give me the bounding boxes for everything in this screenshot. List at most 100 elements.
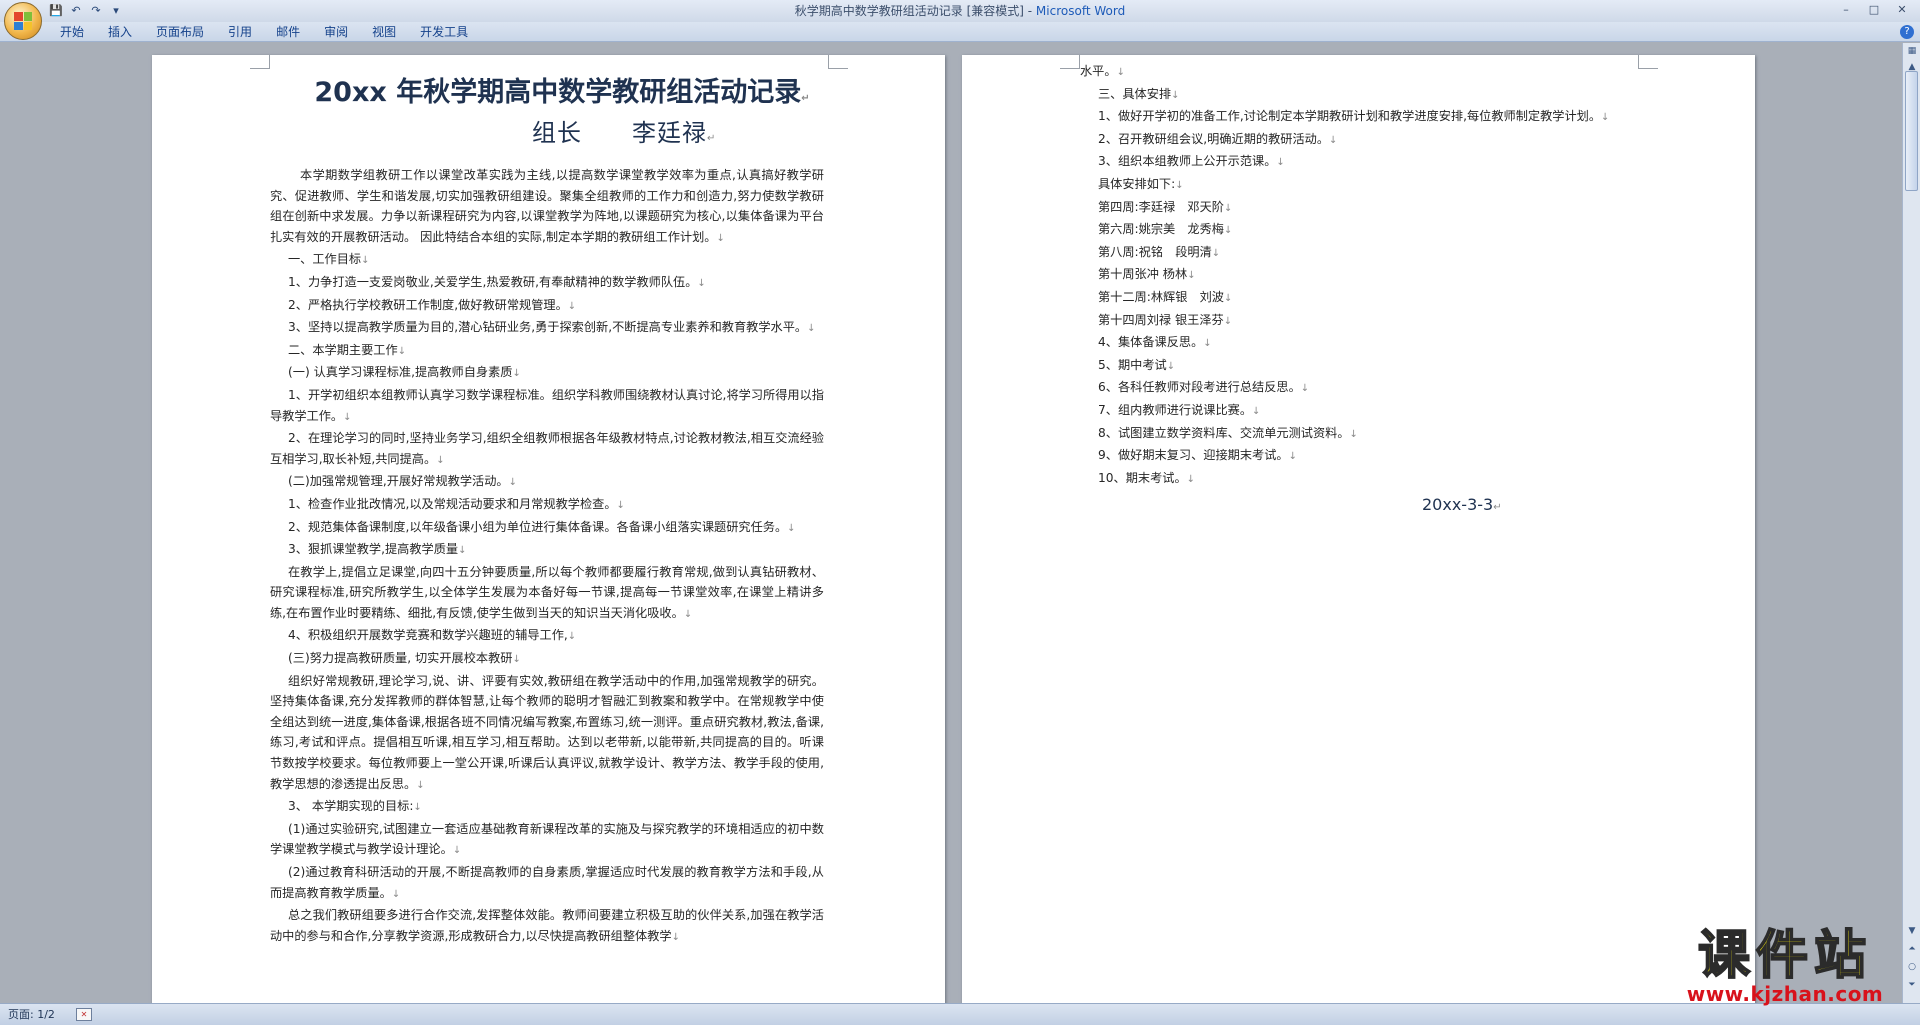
paragraph-text: 2、召开教研组会议,明确近期的教研活动。	[1098, 131, 1330, 146]
paragraph-text: 第六周:姚宗美 龙秀梅	[1098, 222, 1224, 237]
paragraph: 一、工作目标↓	[288, 252, 370, 267]
paragraph-text: 4、集体备课反思。	[1098, 335, 1204, 350]
paragraph-text: 5、期中考试	[1098, 357, 1167, 372]
ribbon-tab[interactable]: 引用	[216, 22, 264, 42]
previous-page-icon[interactable]: ⏶	[1903, 941, 1920, 959]
paragraph-text: 二、本学期主要工作	[288, 342, 398, 357]
ribbon-tab[interactable]: 邮件	[264, 22, 312, 42]
paragraph-text: 6、各科任教师对段考进行总结反思。	[1098, 380, 1301, 395]
paragraph-text: 第八周:祝铭 段明清	[1098, 244, 1212, 259]
ribbon-tabs: 开始 插入 页面布局 引用 邮件 审阅 视图 开发工具	[48, 22, 480, 42]
paragraph: 9、做好期末复习、迎接期末考试。↓	[1098, 448, 1297, 463]
office-logo-icon	[14, 12, 32, 30]
paragraph-text: 三、具体安排	[1098, 86, 1172, 101]
scroll-down-icon[interactable]: ▼	[1903, 923, 1920, 941]
paragraph: 水平。↓	[1080, 64, 1125, 78]
paragraph: 总之我们教研组要多进行合作交流,发挥整体效能。教师间要建立积极互助的伙伴关系,加…	[270, 908, 824, 943]
paragraph: 本学期数学组教研工作以课堂改革实践为主线,以提高数学课堂教学效率为重点,认真搞好…	[270, 168, 824, 244]
paragraph-text: 在教学上,提倡立足课堂,向四十五分钟要质量,所以每个教师都要履行教育常规,做到认…	[270, 564, 824, 620]
ribbon-tab[interactable]: 插入	[96, 22, 144, 42]
paragraph: 2、召开教研组会议,明确近期的教研活动。↓	[1098, 131, 1338, 146]
ribbon-tab[interactable]: 页面布局	[144, 22, 216, 42]
ribbon-tab[interactable]: 开始	[48, 22, 96, 42]
paragraph: 1、做好开学初的准备工作,讨论制定本学期教研计划和教学进度安排,每位教师制定教学…	[1098, 109, 1610, 124]
paragraph: 3、组织本组教师上公开示范课。↓	[1098, 154, 1285, 169]
document-page-2[interactable]: 水平。↓ 三、具体安排↓ 1、做好开学初的准备工作,讨论制定本学期教研计划和教学进度…	[962, 55, 1755, 1003]
paragraph: 第十周张冲 杨林↓	[1098, 267, 1196, 282]
paragraph-text: (一) 认真学习课程标准,提高教师自身素质	[288, 365, 513, 380]
paragraph: 1、检查作业批改情况,以及常规活动要求和月常规教学检查。↓	[288, 496, 625, 511]
ribbon-tab[interactable]: 开发工具	[408, 22, 480, 42]
paragraph: 5、期中考试↓	[1098, 357, 1176, 372]
paragraph: 1、力争打造一支爱岗敬业,关爱学生,热爱教研,有奉献精神的数学教师队伍。↓	[288, 274, 706, 289]
scrollbar-bottom-controls: ▼ ⏶ ○ ⏷	[1903, 923, 1920, 995]
paragraph: 1、开学初组织本组教师认真学习数学课程标准。组织学科教师围绕教材认真讨论,将学习…	[270, 387, 824, 423]
paragraph-text: (2)通过教育科研活动的开展,不断提高教师的自身素质,掌握适应时代发展的教育教学…	[270, 865, 824, 900]
paragraph-text: 1、检查作业批改情况,以及常规活动要求和月常规教学检查。	[288, 496, 617, 511]
document-date: 20xx-3-3↵	[1422, 495, 1502, 514]
paragraph-text: 7、组内教师进行说课比赛。	[1098, 402, 1253, 417]
paragraph-text: 本学期数学组教研工作以课堂改革实践为主线,以提高数学课堂教学效率为重点,认真搞好…	[270, 168, 824, 244]
paragraph-text: 8、试图建立数学资料库、交流单元测试资料。	[1098, 425, 1350, 440]
paragraph: 2、规范集体备课制度,以年级备课小组为单位进行集体备课。各备课小组落实课题研究任…	[288, 519, 796, 534]
margin-corner-mark	[1060, 55, 1080, 69]
office-button[interactable]	[4, 2, 42, 40]
window-controls: – □ ✕	[1832, 0, 1916, 22]
paragraph: 在教学上,提倡立足课堂,向四十五分钟要质量,所以每个教师都要履行教育常规,做到认…	[270, 564, 824, 620]
watermark-name: 课件站	[1697, 926, 1872, 986]
vertical-scrollbar[interactable]: ▦ ▲ ▼ ⏶ ○ ⏷	[1902, 43, 1920, 1003]
paragraph-text: 3、 本学期实现的目标:	[288, 799, 414, 814]
paragraph: (三)努力提高教研质量, 切实开展校本教研↓	[288, 651, 521, 666]
paragraph-text: 1、力争打造一支爱岗敬业,关爱学生,热爱教研,有奉献精神的数学教师队伍。	[288, 274, 698, 289]
ribbon-tab[interactable]: 视图	[360, 22, 408, 42]
maximize-button[interactable]: □	[1860, 0, 1888, 20]
paragraph-text: 组织好常规教研,理论学习,说、讲、评要有实效,教研组在教学活动中的作用,加强常规…	[270, 673, 824, 791]
document-subtitle: 组长 李廷禄↵	[532, 119, 717, 147]
paragraph: 第六周:姚宗美 龙秀梅↓	[1098, 222, 1233, 237]
paragraph: 8、试图建立数学资料库、交流单元测试资料。↓	[1098, 425, 1358, 440]
next-page-icon[interactable]: ⏷	[1903, 977, 1920, 995]
ruler-toggle-icon[interactable]: ▦	[1903, 43, 1920, 59]
page-number-status[interactable]: 页面: 1/2	[8, 1004, 55, 1025]
paragraph: 具体安排如下:↓	[1098, 176, 1184, 191]
paragraph-text: 第十二周:林辉银 刘波	[1098, 289, 1224, 304]
ribbon: 开始 插入 页面布局 引用 邮件 审阅 视图 开发工具 ?	[0, 22, 1920, 42]
paragraph: 4、集体备课反思。↓	[1098, 335, 1212, 350]
paragraph-text: 一、工作目标	[288, 252, 362, 267]
paragraph-text: 4、积极组织开展数学竞赛和数学兴趣班的辅导工作,	[288, 628, 568, 643]
page-1-body: 本学期数学组教研工作以课堂改革实践为主线,以提高数学课堂教学效率为重点,认真搞好…	[270, 165, 824, 948]
paragraph-text: 3、坚持以提高教学质量为目的,潜心钻研业务,勇于探索创新,不断提高专业素养和教育…	[288, 320, 808, 335]
paragraph-text: 1、开学初组织本组教师认真学习数学课程标准。组织学科教师围绕教材认真讨论,将学习…	[270, 387, 824, 423]
document-area[interactable]: 20xx 年秋学期高中数学教研组活动记录↵ 组长 李廷禄↵ 本学期数学组教研工作…	[0, 43, 1902, 1003]
help-icon[interactable]: ?	[1900, 25, 1914, 39]
paragraph-text: (二)加强常规管理,开展好常规教学活动。	[288, 474, 509, 489]
paragraph: 3、狠抓课堂教学,提高教学质量↓	[288, 542, 467, 557]
window-title: 秋学期高中数学教研组活动记录 [兼容模式] - Microsoft Word	[0, 0, 1920, 22]
ribbon-tab[interactable]: 审阅	[312, 22, 360, 42]
paragraph: 三、具体安排↓	[1098, 86, 1180, 101]
paragraph: 2、在理论学习的同时,坚持业务学习,组织全组教师根据各年级教材特点,讨论教材教法…	[270, 431, 824, 466]
paragraph-text: 2、在理论学习的同时,坚持业务学习,组织全组教师根据各年级教材特点,讨论教材教法…	[270, 431, 824, 466]
paragraph: 组织好常规教研,理论学习,说、讲、评要有实效,教研组在教学活动中的作用,加强常规…	[270, 673, 824, 791]
paragraph: 4、积极组织开展数学竞赛和数学兴趣班的辅导工作,↓	[288, 628, 577, 643]
paragraph: 7、组内教师进行说课比赛。↓	[1098, 402, 1261, 417]
select-browse-object-icon[interactable]: ○	[1903, 959, 1920, 977]
minimize-button[interactable]: –	[1832, 0, 1860, 20]
site-watermark: 课件站 www.kjzhan.com	[1672, 926, 1898, 1004]
status-bar: 页面: 1/2 ✕	[0, 1003, 1920, 1025]
paragraph-text: 2、规范集体备课制度,以年级备课小组为单位进行集体备课。各备课小组落实课题研究任…	[288, 519, 788, 534]
scrollbar-thumb[interactable]	[1905, 71, 1918, 191]
paragraph-text: 10、期末考试。	[1098, 470, 1187, 485]
close-button[interactable]: ✕	[1888, 0, 1916, 20]
paragraph-text: 总之我们教研组要多进行合作交流,发挥整体效能。教师间要建立积极互助的伙伴关系,加…	[270, 908, 824, 943]
document-title-heading: 20xx 年秋学期高中数学教研组活动记录↵	[314, 77, 810, 108]
paragraph-text: 2、严格执行学校教研工作制度,做好教研常规管理。	[288, 297, 568, 312]
watermark-url: www.kjzhan.com	[1686, 982, 1884, 1006]
title-bar: 💾 ↶ ↷ ▾ 秋学期高中数学教研组活动记录 [兼容模式] - Microsof…	[0, 0, 1920, 22]
proofing-status-icon[interactable]: ✕	[76, 1008, 92, 1021]
paragraph-text: 具体安排如下:	[1098, 176, 1176, 191]
document-page-1[interactable]: 20xx 年秋学期高中数学教研组活动记录↵ 组长 李廷禄↵ 本学期数学组教研工作…	[152, 55, 945, 1003]
margin-corner-mark	[250, 55, 270, 69]
paragraph: (1)通过实验研究,试图建立一套适应基础教育新课程改革的实施及与探究教学的环境相…	[270, 821, 824, 857]
paragraph: 第十四周刘禄 银王泽芬↓	[1098, 312, 1233, 327]
